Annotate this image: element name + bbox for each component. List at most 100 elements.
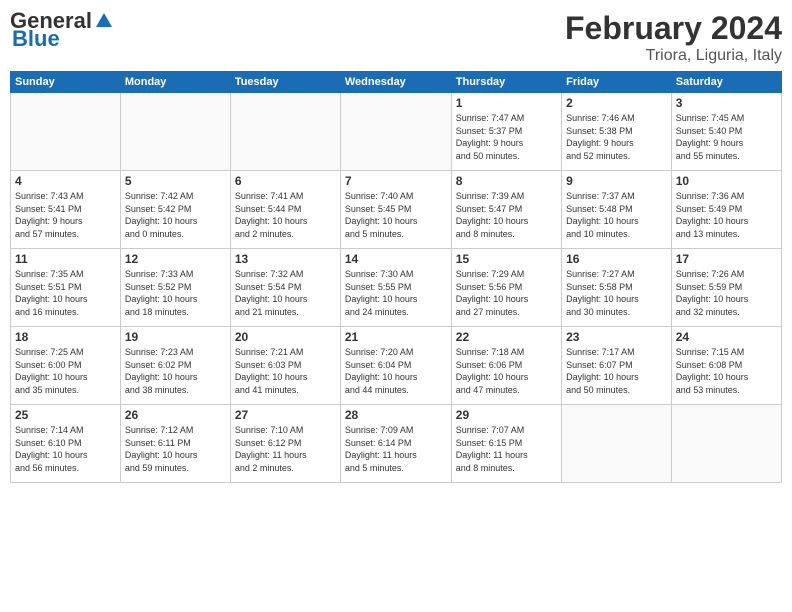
day-info: Sunrise: 7:43 AMSunset: 5:41 PMDaylight:… <box>15 190 116 240</box>
day-number: 19 <box>125 330 226 344</box>
calendar-cell-w3-d0: 18 Sunrise: 7:25 AMSunset: 6:00 PMDayligh… <box>11 327 121 405</box>
location-title: Triora, Liguria, Italy <box>565 47 782 65</box>
logo-blue-text: Blue <box>12 26 60 51</box>
week-row-4: 25Sunrise: 7:14 AMSunset: 6:10 PMDayligh… <box>11 405 782 483</box>
day-number: 9 <box>566 174 667 188</box>
day-info: Sunrise: 7:46 AMSunset: 5:38 PMDaylight:… <box>566 112 667 162</box>
calendar-cell-w3-d5: 23 Sunrise: 7:17 AMSunset: 6:07 PMDayligh… <box>562 327 672 405</box>
day-number: 29 <box>456 408 557 422</box>
day-number: 15 <box>456 252 557 266</box>
calendar-table: Sunday Monday Tuesday Wednesday Thursday… <box>10 71 782 483</box>
day-number: 17 <box>676 252 777 266</box>
calendar-cell-w1-d2: 6Sunrise: 7:41 AMSunset: 5:44 PMDaylight… <box>230 171 340 249</box>
col-sunday: Sunday <box>11 72 121 93</box>
title-block: February 2024 Triora, Liguria, Italy <box>565 10 782 65</box>
day-info: Sunrise: 7:32 AMSunset: 5:54 PMDaylight:… <box>235 268 336 318</box>
day-info: Sunrise: 7:17 AMSunset: 6:07 PMDaylight:… <box>566 346 667 396</box>
calendar-cell-w2-d1: 12 Sunrise: 7:33 AMSunset: 5:52 PMDayligh… <box>120 249 230 327</box>
calendar-header-row: Sunday Monday Tuesday Wednesday Thursday… <box>11 72 782 93</box>
logo-icon <box>94 11 114 31</box>
day-number: 25 <box>15 408 116 422</box>
day-number: 13 <box>235 252 336 266</box>
day-info: Sunrise: 7:21 AMSunset: 6:03 PMDaylight:… <box>235 346 336 396</box>
logo: General Blue <box>10 10 114 51</box>
calendar-cell-w2-d0: 11 Sunrise: 7:35 AMSunset: 5:51 PMDayligh… <box>11 249 121 327</box>
col-tuesday: Tuesday <box>230 72 340 93</box>
day-number: 21 <box>345 330 447 344</box>
calendar-cell-w1-d4: 8 Sunrise: 7:39 AMSunset: 5:47 PMDaylight… <box>451 171 561 249</box>
week-row-1: 4 Sunrise: 7:43 AMSunset: 5:41 PMDaylight… <box>11 171 782 249</box>
day-info: Sunrise: 7:23 AMSunset: 6:02 PMDaylight:… <box>125 346 226 396</box>
calendar-cell-w3-d3: 21Sunrise: 7:20 AMSunset: 6:04 PMDayligh… <box>340 327 451 405</box>
month-title: February 2024 <box>565 10 782 47</box>
day-info: Sunrise: 7:42 AMSunset: 5:42 PMDaylight:… <box>125 190 226 240</box>
calendar-cell-w4-d4: 29 Sunrise: 7:07 AMSunset: 6:15 PMDayligh… <box>451 405 561 483</box>
day-info: Sunrise: 7:15 AMSunset: 6:08 PMDaylight:… <box>676 346 777 396</box>
day-info: Sunrise: 7:45 AMSunset: 5:40 PMDaylight:… <box>676 112 777 162</box>
calendar-cell-w3-d4: 22 Sunrise: 7:18 AMSunset: 6:06 PMDayligh… <box>451 327 561 405</box>
day-number: 7 <box>345 174 447 188</box>
calendar-cell-w0-d2 <box>230 93 340 171</box>
day-number: 4 <box>15 174 116 188</box>
page-container: General Blue February 2024 Triora, Ligur… <box>0 0 792 612</box>
day-info: Sunrise: 7:07 AMSunset: 6:15 PMDaylight:… <box>456 424 557 474</box>
col-wednesday: Wednesday <box>340 72 451 93</box>
day-info: Sunrise: 7:25 AMSunset: 6:00 PMDaylight:… <box>15 346 116 396</box>
day-info: Sunrise: 7:26 AMSunset: 5:59 PMDaylight:… <box>676 268 777 318</box>
day-info: Sunrise: 7:18 AMSunset: 6:06 PMDaylight:… <box>456 346 557 396</box>
calendar-cell-w4-d2: 27 Sunrise: 7:10 AMSunset: 6:12 PMDayligh… <box>230 405 340 483</box>
day-number: 20 <box>235 330 336 344</box>
day-number: 5 <box>125 174 226 188</box>
calendar-cell-w1-d3: 7Sunrise: 7:40 AMSunset: 5:45 PMDaylight… <box>340 171 451 249</box>
day-info: Sunrise: 7:35 AMSunset: 5:51 PMDaylight:… <box>15 268 116 318</box>
calendar-cell-w1-d1: 5 Sunrise: 7:42 AMSunset: 5:42 PMDaylight… <box>120 171 230 249</box>
day-info: Sunrise: 7:29 AMSunset: 5:56 PMDaylight:… <box>456 268 557 318</box>
calendar-cell-w2-d4: 15 Sunrise: 7:29 AMSunset: 5:56 PMDayligh… <box>451 249 561 327</box>
day-number: 12 <box>125 252 226 266</box>
day-info: Sunrise: 7:36 AMSunset: 5:49 PMDaylight:… <box>676 190 777 240</box>
col-monday: Monday <box>120 72 230 93</box>
calendar-cell-w4-d5 <box>562 405 672 483</box>
day-number: 27 <box>235 408 336 422</box>
calendar-cell-w4-d3: 28 Sunrise: 7:09 AMSunset: 6:14 PMDayligh… <box>340 405 451 483</box>
calendar-cell-w0-d1 <box>120 93 230 171</box>
calendar-cell-w3-d2: 20 Sunrise: 7:21 AMSunset: 6:03 PMDayligh… <box>230 327 340 405</box>
day-number: 1 <box>456 96 557 110</box>
day-number: 2 <box>566 96 667 110</box>
day-number: 8 <box>456 174 557 188</box>
day-number: 26 <box>125 408 226 422</box>
week-row-0: 1 Sunrise: 7:47 AMSunset: 5:37 PMDaylight… <box>11 93 782 171</box>
day-info: Sunrise: 7:12 AMSunset: 6:11 PMDaylight:… <box>125 424 226 474</box>
day-info: Sunrise: 7:39 AMSunset: 5:47 PMDaylight:… <box>456 190 557 240</box>
week-row-2: 11 Sunrise: 7:35 AMSunset: 5:51 PMDayligh… <box>11 249 782 327</box>
day-info: Sunrise: 7:10 AMSunset: 6:12 PMDaylight:… <box>235 424 336 474</box>
calendar-cell-w0-d6: 3 Sunrise: 7:45 AMSunset: 5:40 PMDaylight… <box>671 93 781 171</box>
calendar-cell-w4-d6 <box>671 405 781 483</box>
calendar-cell-w2-d2: 13 Sunrise: 7:32 AMSunset: 5:54 PMDayligh… <box>230 249 340 327</box>
day-number: 28 <box>345 408 447 422</box>
calendar-cell-w0-d5: 2 Sunrise: 7:46 AMSunset: 5:38 PMDaylight… <box>562 93 672 171</box>
day-info: Sunrise: 7:33 AMSunset: 5:52 PMDaylight:… <box>125 268 226 318</box>
day-number: 18 <box>15 330 116 344</box>
day-info: Sunrise: 7:37 AMSunset: 5:48 PMDaylight:… <box>566 190 667 240</box>
day-number: 14 <box>345 252 447 266</box>
calendar-cell-w4-d0: 25Sunrise: 7:14 AMSunset: 6:10 PMDayligh… <box>11 405 121 483</box>
day-info: Sunrise: 7:30 AMSunset: 5:55 PMDaylight:… <box>345 268 447 318</box>
calendar-cell-w1-d5: 9 Sunrise: 7:37 AMSunset: 5:48 PMDaylight… <box>562 171 672 249</box>
day-number: 24 <box>676 330 777 344</box>
col-saturday: Saturday <box>671 72 781 93</box>
day-number: 11 <box>15 252 116 266</box>
calendar-cell-w2-d3: 14 Sunrise: 7:30 AMSunset: 5:55 PMDayligh… <box>340 249 451 327</box>
col-thursday: Thursday <box>451 72 561 93</box>
day-number: 3 <box>676 96 777 110</box>
day-info: Sunrise: 7:09 AMSunset: 6:14 PMDaylight:… <box>345 424 447 474</box>
day-number: 10 <box>676 174 777 188</box>
day-number: 16 <box>566 252 667 266</box>
day-number: 22 <box>456 330 557 344</box>
calendar-cell-w2-d6: 17 Sunrise: 7:26 AMSunset: 5:59 PMDayligh… <box>671 249 781 327</box>
calendar-cell-w0-d0 <box>11 93 121 171</box>
day-number: 23 <box>566 330 667 344</box>
calendar-cell-w2-d5: 16Sunrise: 7:27 AMSunset: 5:58 PMDayligh… <box>562 249 672 327</box>
page-header: General Blue February 2024 Triora, Ligur… <box>10 10 782 65</box>
day-info: Sunrise: 7:47 AMSunset: 5:37 PMDaylight:… <box>456 112 557 162</box>
